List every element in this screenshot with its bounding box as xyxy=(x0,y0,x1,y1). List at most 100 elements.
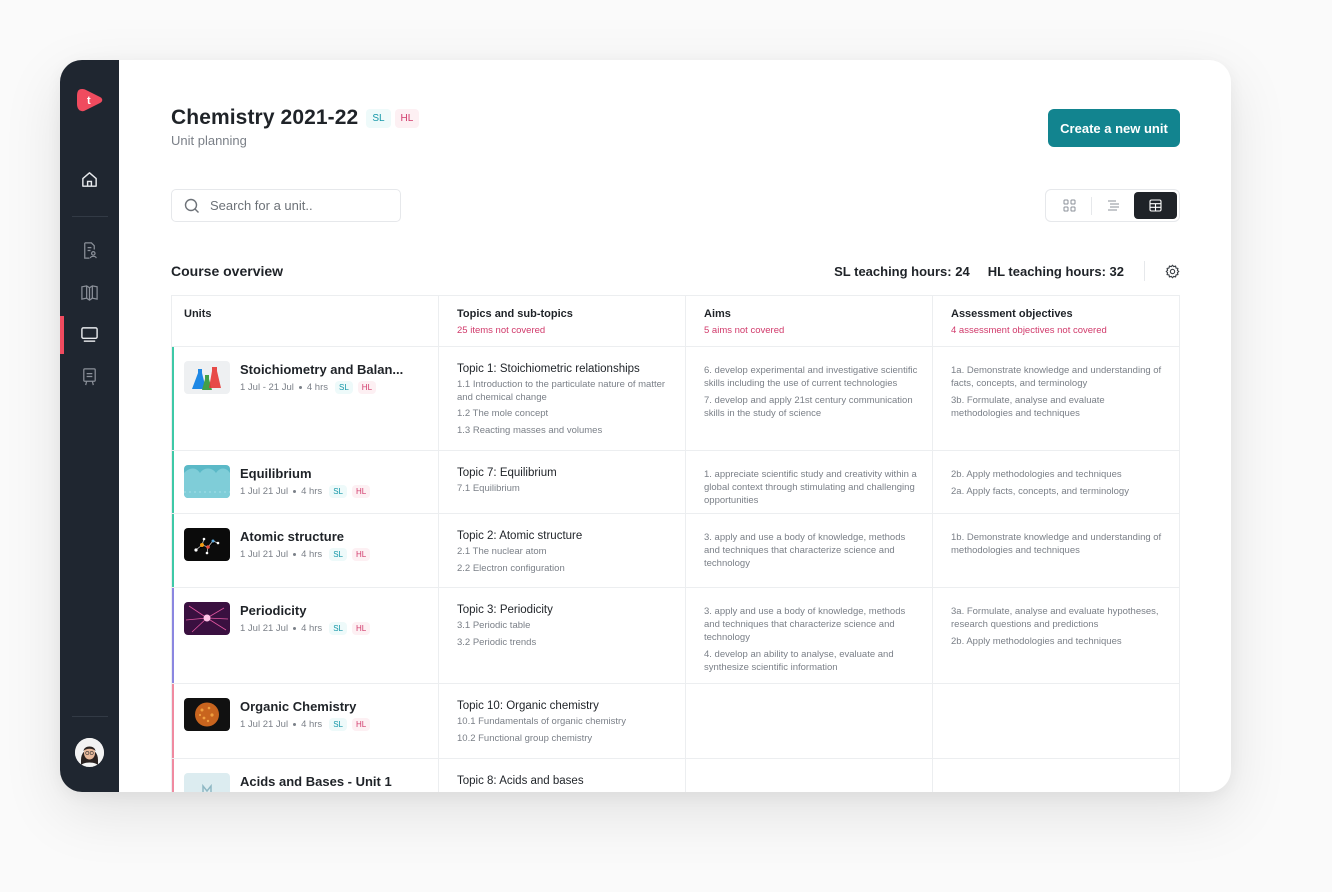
document-user-icon[interactable] xyxy=(80,241,99,260)
aim-item: 3. apply and use a body of knowledge, me… xyxy=(704,606,906,643)
subtopic-item: 3.2 Periodic trends xyxy=(457,636,537,648)
home-icon[interactable] xyxy=(80,170,99,189)
column-warning: 25 items not covered xyxy=(457,325,546,336)
unit-color-accent xyxy=(172,347,174,450)
table-body: Stoichiometry and Balan... 1 Jul - 21 Ju… xyxy=(172,347,1179,792)
unit-thumbnail-image xyxy=(184,698,230,731)
aims-cell: 3. apply and use a body of knowledge, me… xyxy=(686,514,933,587)
aims-cell: 3. apply and use a body of knowledge, me… xyxy=(686,588,933,683)
unit-color-accent xyxy=(172,451,174,513)
unit-color-accent xyxy=(172,759,174,792)
table-row[interactable]: Equilibrium 1 Jul 21 Jul 4 hrs SL HL Top… xyxy=(172,451,1179,514)
list-icon xyxy=(1107,200,1119,211)
aims-cell: 6. develop experimental and investigativ… xyxy=(686,347,933,450)
unit-dates: 1 Jul - 21 Jul xyxy=(240,382,294,393)
subtopic-item: 7.1 Equilibrium xyxy=(457,483,520,494)
meta-separator-dot xyxy=(298,386,302,389)
create-unit-button[interactable]: Create a new unit xyxy=(1048,109,1180,147)
sl-badge: SL xyxy=(366,108,391,128)
subtopic-list: 7.1 Equilibrium xyxy=(457,483,673,496)
aim-item: 3. apply and use a body of knowledge, me… xyxy=(704,532,906,569)
sl-badge: SL xyxy=(329,622,347,635)
unit-name[interactable]: Equilibrium xyxy=(240,466,370,481)
column-label: Topics and sub-topics xyxy=(457,308,573,320)
unit-meta: 1 Jul 21 Jul 4 hrs SL HL xyxy=(240,718,371,731)
easel-icon[interactable] xyxy=(80,367,99,386)
table-row[interactable]: Periodicity 1 Jul 21 Jul 4 hrs SL HL Top… xyxy=(172,588,1179,684)
unit-info: Organic Chemistry 1 Jul 21 Jul 4 hrs SL … xyxy=(184,698,426,731)
unit-hours: 4 hrs xyxy=(301,549,323,560)
subtopic-item: 1.1 Introduction to the particulate natu… xyxy=(457,379,666,403)
objectives-cell: 3a. Formulate, analyse and evaluate hypo… xyxy=(933,588,1179,683)
unit-cell: Equilibrium 1 Jul 21 Jul 4 hrs SL HL xyxy=(172,451,439,513)
hl-badge: HL xyxy=(394,108,420,128)
objective-item: 2b. Apply methodologies and techniques xyxy=(951,636,1122,647)
monitor-icon[interactable] xyxy=(80,325,99,344)
subtopic-item: 3.1 Periodic table xyxy=(457,620,531,631)
column-label: Units xyxy=(184,308,212,320)
subtopic-item: 2.2 Electron configuration xyxy=(457,562,565,574)
title-row: Chemistry 2021-22 SL HL xyxy=(171,106,420,130)
sl-teaching-hours: SL teaching hours: 24 xyxy=(834,263,970,279)
subtopic-list: 2.1 The nuclear atom 2.2 Electron configu… xyxy=(457,546,673,575)
meta-separator-dot xyxy=(293,490,297,493)
search-input[interactable] xyxy=(210,198,380,213)
unit-name[interactable]: Atomic structure xyxy=(240,529,370,544)
settings-gear-icon[interactable] xyxy=(1165,264,1180,279)
topics-cell: Topic 1: Stoichiometric relationships 1.… xyxy=(439,347,686,450)
unit-dates: 1 Jul 21 Jul xyxy=(240,623,289,634)
sl-badge: SL xyxy=(329,485,347,498)
unit-thumbnail xyxy=(184,528,230,561)
unit-name[interactable]: Organic Chemistry xyxy=(240,699,370,714)
objective-item: 1a. Demonstrate knowledge and understand… xyxy=(951,365,1162,389)
table-view-button[interactable] xyxy=(1134,192,1178,219)
view-toggle xyxy=(1045,189,1180,222)
unit-info: Periodicity 1 Jul 21 Jul 4 hrs SL HL xyxy=(184,602,426,635)
unit-info: Acids and Bases - Unit 1 SL HL xyxy=(184,773,426,792)
table-row[interactable]: Acids and Bases - Unit 1 SL HL Topic 8: … xyxy=(172,759,1179,792)
unit-info: Equilibrium 1 Jul 21 Jul 4 hrs SL HL xyxy=(184,465,426,498)
objectives-cell: 1b. Demonstrate knowledge and understand… xyxy=(933,514,1179,587)
objectives-cell xyxy=(933,684,1179,758)
app-logo[interactable]: t xyxy=(76,86,104,114)
meta-separator-dot xyxy=(293,553,297,556)
table-row[interactable]: Stoichiometry and Balan... 1 Jul - 21 Ju… xyxy=(172,347,1179,451)
unit-meta: 1 Jul 21 Jul 4 hrs SL HL xyxy=(240,548,371,561)
unit-thumbnail xyxy=(184,773,230,792)
unit-name[interactable]: Periodicity xyxy=(240,603,370,618)
table-row[interactable]: Organic Chemistry 1 Jul 21 Jul 4 hrs SL … xyxy=(172,684,1179,759)
subtopic-item: 1.3 Reacting masses and volumes xyxy=(457,424,603,436)
unit-dates: 1 Jul 21 Jul xyxy=(240,719,289,730)
list-view-button[interactable] xyxy=(1092,192,1135,219)
unit-name[interactable]: Acids and Bases - Unit 1 xyxy=(240,774,392,789)
sidebar: t xyxy=(60,60,119,792)
column-header-units: Units xyxy=(172,296,439,346)
objective-item: 2b. Apply methodologies and techniques xyxy=(951,469,1122,480)
unit-meta: 1 Jul 21 Jul 4 hrs SL HL xyxy=(240,622,371,635)
hl-badge: HL xyxy=(351,485,371,498)
grid-view-button[interactable] xyxy=(1048,192,1091,219)
sl-badge: SL xyxy=(335,381,353,394)
unit-thumbnail-image xyxy=(184,773,230,792)
open-book-icon[interactable] xyxy=(80,283,99,302)
column-label: Aims xyxy=(704,308,731,320)
aims-cell xyxy=(686,759,933,792)
unit-hours: 4 hrs xyxy=(301,719,323,730)
subtopic-list: 10.1 Fundamentals of organic chemistry 10… xyxy=(457,716,673,745)
unit-info: Atomic structure 1 Jul 21 Jul 4 hrs SL H… xyxy=(184,528,426,561)
avatar-portrait-icon xyxy=(75,738,104,767)
hl-badge: HL xyxy=(351,548,371,561)
column-header-aims: Aims 5 aims not covered xyxy=(686,296,933,346)
hours-divider xyxy=(1144,261,1145,281)
unit-dates: 1 Jul 21 Jul xyxy=(240,549,289,560)
unit-name[interactable]: Stoichiometry and Balan... xyxy=(240,362,403,377)
main-content: Chemistry 2021-22 SL HL Unit planning Cr… xyxy=(119,60,1231,792)
hl-teaching-hours: HL teaching hours: 32 xyxy=(987,263,1124,279)
search-icon xyxy=(184,198,199,213)
search-box[interactable] xyxy=(171,189,401,222)
table-row[interactable]: Atomic structure 1 Jul 21 Jul 4 hrs SL H… xyxy=(172,514,1179,588)
user-avatar[interactable] xyxy=(75,738,104,767)
hl-badge: HL xyxy=(351,718,371,731)
table-header-row: Units Topics and sub-topics 25 items not… xyxy=(172,296,1179,347)
objective-item: 2a. Apply facts, concepts, and terminolo… xyxy=(951,486,1129,497)
